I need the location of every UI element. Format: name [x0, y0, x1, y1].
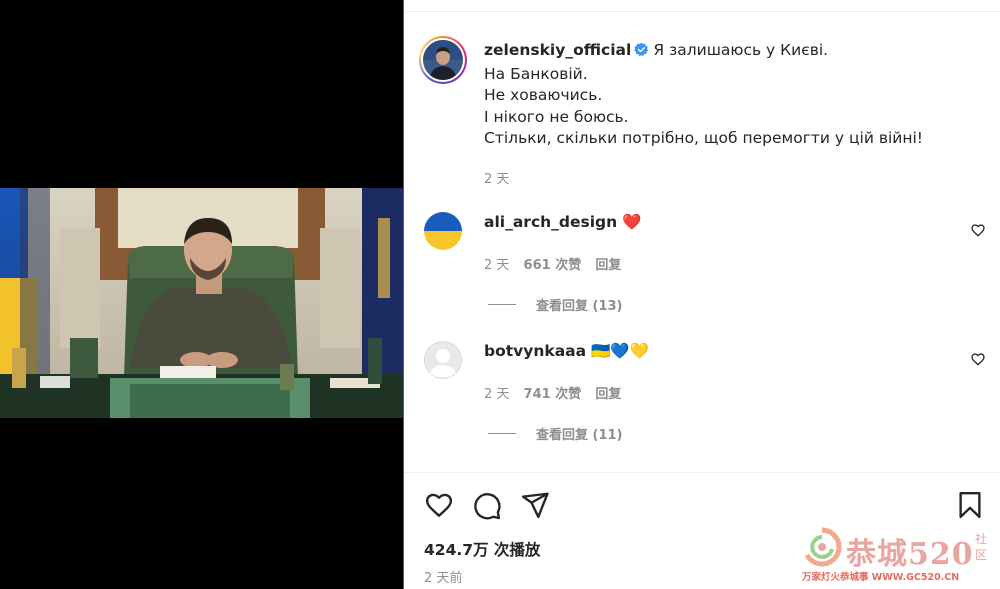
comment-meta: 2 天 741 次赞 回复	[484, 383, 621, 402]
actions-separator	[404, 472, 1000, 473]
view-count[interactable]: 424.7万 次播放	[424, 538, 540, 560]
posted-time[interactable]: 2 天前	[424, 567, 462, 586]
comment-avatar[interactable]	[424, 212, 462, 250]
comment-reply-button[interactable]: 回复	[595, 258, 621, 273]
video-player[interactable]	[0, 188, 404, 418]
comment-username[interactable]: botvynkaaa	[484, 342, 586, 360]
ukraine-flag-avatar	[424, 212, 462, 250]
comment-like-heart-icon[interactable]	[970, 351, 986, 367]
verified-badge-icon	[634, 42, 649, 64]
post-caption: zelenskiy_official Я залишаюсь у Києві. Н…	[484, 40, 984, 190]
send-icon[interactable]	[520, 490, 550, 520]
comment-body: ali_arch_design ❤️	[484, 213, 641, 231]
comment-body: botvynkaaa 🇺🇦💙💛	[484, 342, 649, 360]
panel-top-border	[404, 0, 1000, 12]
view-replies-label: 查看回复 (11)	[536, 428, 623, 443]
caption-first-line: zelenskiy_official Я залишаюсь у Києві.	[484, 40, 984, 64]
comment-meta: 2 天 661 次赞 回复	[484, 254, 621, 273]
watermark-title: 恭城520	[846, 537, 974, 572]
site-watermark: 恭城520 社区 万家灯火恭城事 WWW.GC520.CN	[800, 527, 1000, 589]
replies-dash	[488, 304, 516, 305]
video-frame	[0, 188, 404, 418]
comment-time[interactable]: 2 天	[484, 387, 509, 402]
watermark-side: 社区	[975, 532, 988, 562]
bookmark-icon[interactable]	[955, 490, 985, 520]
author-username[interactable]: zelenskiy_official	[484, 41, 631, 59]
caption-line-4: І нікого не боюсь.	[484, 107, 629, 126]
heart-icon[interactable]	[424, 490, 454, 520]
caption-line-2: На Банковій.	[484, 64, 588, 83]
author-avatar[interactable]	[419, 36, 467, 84]
author-avatar-image	[423, 40, 463, 80]
comment-username[interactable]: ali_arch_design	[484, 213, 617, 231]
comment-avatar[interactable]	[424, 341, 462, 379]
watermark-subtitle: 万家灯火恭城事 WWW.GC520.CN	[802, 572, 960, 583]
post-panel: zelenskiy_official Я залишаюсь у Києві. Н…	[404, 0, 1000, 589]
watermark-logo-icon	[804, 527, 842, 567]
media-pane[interactable]	[0, 0, 404, 589]
comment-like-heart-icon[interactable]	[970, 222, 986, 238]
view-replies-button[interactable]: 查看回复 (11)	[488, 424, 623, 443]
caption-line-3: Не ховаючись.	[484, 86, 603, 104]
default-user-avatar-icon	[424, 341, 462, 379]
view-replies-button[interactable]: 查看回复 (13)	[488, 295, 623, 314]
comment-time[interactable]: 2 天	[484, 258, 509, 273]
comment-likes[interactable]: 741 次赞	[524, 387, 582, 402]
comment-text: 🇺🇦💙💛	[591, 342, 649, 360]
comment-reply-button[interactable]: 回复	[595, 387, 621, 402]
view-replies-label: 查看回复 (13)	[536, 299, 623, 314]
comment-likes[interactable]: 661 次赞	[524, 258, 582, 273]
caption-line-5: Стільки, скільки потрібно, щоб перемогти…	[484, 129, 923, 147]
instagram-post-window: zelenskiy_official Я залишаюсь у Києві. Н…	[0, 0, 1000, 589]
replies-dash	[488, 433, 516, 434]
post-time[interactable]: 2 天	[484, 169, 984, 191]
comment-icon[interactable]	[472, 491, 502, 521]
comment-text: ❤️	[622, 213, 642, 231]
caption-line-1: Я залишаюсь у Києві.	[653, 41, 829, 59]
